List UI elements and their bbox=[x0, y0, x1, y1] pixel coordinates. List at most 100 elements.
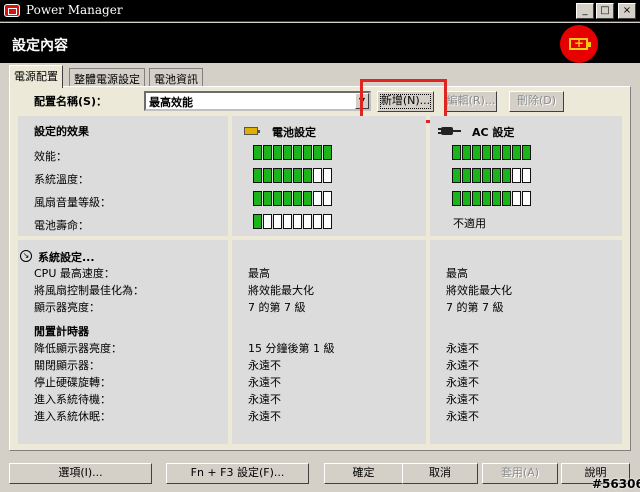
page-title: 設定內容 bbox=[12, 38, 68, 54]
ac-plug-icon bbox=[438, 127, 461, 135]
meter-segment bbox=[482, 168, 491, 183]
system-row-label: CPU 最高速度： bbox=[34, 267, 115, 280]
meter-segment bbox=[283, 168, 292, 183]
maximize-button[interactable]: □ bbox=[596, 3, 614, 19]
edit-profile-button[interactable]: 編輯(R)... bbox=[445, 91, 497, 112]
meter-segment bbox=[462, 168, 471, 183]
power-manager-logo-icon: + bbox=[560, 25, 598, 63]
meter-segment bbox=[303, 191, 312, 206]
header-banner: 設定內容 + bbox=[0, 23, 640, 63]
options-button[interactable]: 選項(I)... bbox=[9, 463, 152, 484]
tab-battery-info[interactable]: 電池資訊 bbox=[149, 68, 203, 86]
meter-segment bbox=[313, 191, 322, 206]
system-ac-value: 將效能最大化 bbox=[446, 284, 512, 297]
meter-segment bbox=[502, 145, 511, 160]
effect-row-label: 系統溫度： bbox=[34, 173, 89, 186]
watermark-text: #56306 bbox=[592, 477, 640, 491]
apply-button[interactable]: 套用(A) bbox=[482, 463, 558, 484]
system-battery-value: 7 的第 7 級 bbox=[248, 301, 306, 314]
timer-ac-value: 永遠不 bbox=[446, 410, 479, 423]
timer-battery-value: 15 分鐘後第 1 級 bbox=[248, 342, 335, 355]
meter-segment bbox=[293, 145, 302, 160]
meter-segment bbox=[323, 191, 332, 206]
meter-segment bbox=[313, 145, 322, 160]
meter-segment bbox=[492, 145, 501, 160]
timer-ac-value: 永遠不 bbox=[446, 359, 479, 372]
meter-segment bbox=[323, 145, 332, 160]
cancel-button[interactable]: 取消 bbox=[402, 463, 478, 484]
ac-settings-header: AC 設定 bbox=[472, 126, 515, 139]
profile-name-label: 配置名稱(S)： bbox=[34, 95, 107, 108]
meter-segment bbox=[253, 168, 262, 183]
meter-segment bbox=[263, 214, 272, 229]
meter-segment bbox=[452, 145, 461, 160]
meter-segment bbox=[293, 214, 302, 229]
meter-segment bbox=[522, 145, 531, 160]
system-battery-value: 將效能最大化 bbox=[248, 284, 314, 297]
meter-segment bbox=[462, 191, 471, 206]
fn-f3-settings-button[interactable]: Fn + F3 設定(F)... bbox=[166, 463, 309, 484]
delete-profile-button[interactable]: 刪除(D) bbox=[509, 91, 564, 112]
expand-circle-icon[interactable]: ↘ bbox=[20, 250, 32, 262]
battery-icon bbox=[244, 127, 260, 135]
timer-row-label: 關閉顯示器： bbox=[34, 359, 100, 372]
meter-segment bbox=[472, 168, 481, 183]
tab-global-power-settings[interactable]: 整體電源設定 bbox=[69, 68, 145, 86]
timer-row-label: 降低顯示器亮度： bbox=[34, 342, 122, 355]
battery-settings-header: 電池設定 bbox=[272, 126, 316, 139]
meter-segment bbox=[313, 214, 322, 229]
meter-segment bbox=[313, 168, 322, 183]
effect-row-label: 風扇音量等級： bbox=[34, 196, 111, 209]
ac-meter bbox=[452, 191, 531, 206]
profile-select[interactable]: 最高效能 ▼ bbox=[144, 91, 371, 111]
meter-segment bbox=[273, 145, 282, 160]
meter-segment bbox=[522, 191, 531, 206]
meter-segment bbox=[273, 191, 282, 206]
system-settings-link[interactable]: 系統設定... bbox=[38, 249, 95, 265]
system-row-label: 將風扇控制最佳化為： bbox=[34, 284, 144, 297]
battery-meter bbox=[253, 191, 332, 206]
idle-timers-title: 閒置計時器 bbox=[34, 325, 89, 338]
timer-ac-value: 永遠不 bbox=[446, 393, 479, 406]
timer-ac-value: 永遠不 bbox=[446, 342, 479, 355]
battery-meter bbox=[253, 168, 332, 183]
meter-segment bbox=[452, 168, 461, 183]
system-ac-value: 7 的第 7 級 bbox=[446, 301, 504, 314]
timer-battery-value: 永遠不 bbox=[248, 410, 281, 423]
meter-segment bbox=[293, 191, 302, 206]
tab-power-schemes[interactable]: 電源配置 bbox=[9, 65, 63, 88]
system-battery-value: 最高 bbox=[248, 267, 270, 280]
timer-battery-value: 永遠不 bbox=[248, 393, 281, 406]
close-button[interactable]: × bbox=[618, 3, 636, 19]
meter-segment bbox=[472, 145, 481, 160]
profile-selected-value: 最高效能 bbox=[149, 96, 193, 109]
minimize-button[interactable]: _ bbox=[576, 3, 594, 19]
meter-segment bbox=[323, 168, 332, 183]
meter-segment bbox=[273, 168, 282, 183]
effects-title: 設定的效果 bbox=[34, 125, 89, 138]
meter-segment bbox=[482, 191, 491, 206]
meter-segment bbox=[482, 145, 491, 160]
meter-segment bbox=[303, 168, 312, 183]
window-title: Power Manager bbox=[26, 3, 123, 17]
app-battery-icon bbox=[4, 4, 20, 17]
meter-segment bbox=[452, 191, 461, 206]
meter-segment bbox=[512, 145, 521, 160]
meter-segment bbox=[492, 168, 501, 183]
system-row-label: 顯示器亮度： bbox=[34, 301, 100, 314]
ok-button[interactable]: 確定 bbox=[324, 463, 403, 484]
meter-segment bbox=[462, 145, 471, 160]
system-ac-value: 最高 bbox=[446, 267, 468, 280]
meter-segment bbox=[303, 145, 312, 160]
meter-segment bbox=[253, 145, 262, 160]
meter-segment bbox=[273, 214, 282, 229]
battery-meter bbox=[253, 145, 332, 160]
meter-segment bbox=[512, 191, 521, 206]
meter-segment bbox=[263, 168, 272, 183]
meter-segment bbox=[472, 191, 481, 206]
timer-battery-value: 永遠不 bbox=[248, 376, 281, 389]
effect-row-label: 電池壽命： bbox=[34, 219, 89, 232]
timer-ac-value: 永遠不 bbox=[446, 376, 479, 389]
meter-segment bbox=[522, 168, 531, 183]
ac-meter bbox=[452, 145, 531, 160]
